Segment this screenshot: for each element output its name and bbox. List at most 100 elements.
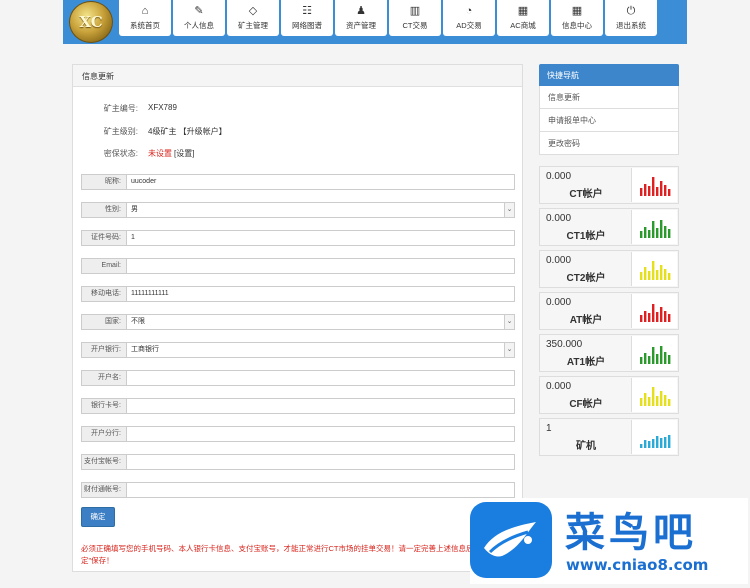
sparkline-bar — [648, 271, 651, 280]
sparkline-chart — [631, 252, 677, 286]
quick-nav-item-apply[interactable]: 申请报单中心 — [539, 109, 679, 132]
sparkline-bar — [648, 441, 651, 448]
miner-id: XFX789 — [148, 103, 177, 112]
field-input[interactable]: uucoder — [126, 174, 515, 190]
field-input[interactable] — [126, 258, 515, 274]
sparkline-bar — [640, 272, 643, 280]
field-select[interactable]: 工商银行 ⌄ — [126, 342, 515, 358]
nav-item-label: 系统首页 — [130, 21, 160, 30]
sparkline-chart — [631, 378, 677, 412]
sparkline-bar — [640, 315, 643, 322]
top-header: XC ⌂ 系统首页 ✎ 个人信息 ◇ 矿主管理 ☷ 网络图谱 ♟ 资产管理 ▥ CT交易 ◔ AD交易 ▦ A… — [63, 0, 687, 44]
sparkline-bar — [664, 437, 667, 448]
sparkline-bar — [660, 181, 663, 196]
sparkline-bar — [656, 270, 659, 280]
account-card[interactable]: 0.000 CF帐户 — [539, 376, 679, 414]
sparkline-bar — [664, 311, 667, 322]
watermark-url: www.cniao8.com — [566, 556, 709, 574]
form-row: 昵称: uucoder — [81, 174, 515, 190]
field-label: 国家: — [81, 314, 126, 330]
form-row: 性别: 男 ⌄ — [81, 202, 515, 218]
logo-text: XC — [79, 13, 103, 31]
account-card[interactable]: 0.000 AT帐户 — [539, 292, 679, 330]
site-logo[interactable]: XC — [69, 1, 113, 43]
submit-button[interactable]: 确定 — [81, 507, 115, 527]
sparkline-bar — [644, 440, 647, 448]
form-row: 支付宝帐号: — [81, 454, 515, 470]
field-input[interactable]: 1 — [126, 230, 515, 246]
field-label: 性别: — [81, 202, 126, 218]
field-value: 男 — [131, 206, 138, 213]
account-name: AT1帐户 — [566, 357, 606, 368]
nav-item-2[interactable]: ◇ 矿主管理 — [227, 0, 279, 36]
field-input[interactable] — [126, 370, 515, 386]
field-input[interactable] — [126, 482, 515, 498]
sparkline-bar — [660, 346, 663, 364]
account-balance: 0.000 — [546, 297, 572, 308]
field-input[interactable]: 11111111111 — [126, 286, 515, 302]
account-balance: 0.000 — [546, 255, 572, 266]
sparkline-bar — [640, 398, 643, 406]
sparkline-bar — [648, 186, 651, 196]
field-label: 开户银行: — [81, 342, 126, 358]
sparkline-bar — [644, 184, 647, 196]
nav-item-4[interactable]: ♟ 资产管理 — [335, 0, 387, 36]
security-set-link[interactable]: [设置] — [174, 148, 194, 159]
field-input[interactable] — [126, 398, 515, 414]
form-row: 国家: 不限 ⌄ — [81, 314, 515, 330]
nav-item-5[interactable]: ▥ CT交易 — [389, 0, 441, 36]
quick-nav-item-password[interactable]: 更改密码 — [539, 132, 679, 155]
nav-item-9[interactable]: ⏻ 退出系统 — [605, 0, 657, 36]
account-card[interactable]: 0.000 CT2帐户 — [539, 250, 679, 288]
sparkline-bar — [664, 395, 667, 406]
field-label: 银行卡号: — [81, 398, 126, 414]
field-input[interactable] — [126, 426, 515, 442]
field-value: 不限 — [131, 318, 145, 325]
field-select[interactable]: 男 ⌄ — [126, 202, 515, 218]
nav-item-1[interactable]: ✎ 个人信息 — [173, 0, 225, 36]
field-label: 支付宝帐号: — [81, 454, 126, 470]
sparkline-chart — [631, 168, 677, 202]
nav-item-8[interactable]: ▦ 信息中心 — [551, 0, 603, 36]
sparkline-chart — [631, 294, 677, 328]
sparkline-bar — [668, 355, 671, 364]
bar-chart-icon: ▥ — [409, 5, 421, 17]
account-balance: 0.000 — [546, 213, 572, 224]
sparkline-bar — [640, 188, 643, 196]
nav-item-label: AD交易 — [456, 21, 482, 30]
nav-item-label: 矿主管理 — [238, 21, 268, 30]
account-balance: 350.000 — [546, 339, 583, 350]
diamond-icon: ◇ — [248, 5, 258, 17]
field-label: 移动电话: — [81, 286, 126, 302]
nav-item-0[interactable]: ⌂ 系统首页 — [119, 0, 171, 36]
field-label: 开户名: — [81, 370, 126, 386]
info-update-panel: 信息更新 矿主编号: XFX789 矿主级别: 4级矿主 【升级帐户】 密保状态… — [72, 64, 523, 572]
account-card[interactable]: 0.000 CT1帐户 — [539, 208, 679, 246]
sparkline-bar — [668, 273, 671, 280]
field-value: 1 — [131, 234, 135, 241]
chevron-down-icon[interactable]: ⌄ — [504, 343, 514, 357]
nav-item-3[interactable]: ☷ 网络图谱 — [281, 0, 333, 36]
miner-level[interactable]: 4级矿主 【升级帐户】 — [148, 126, 227, 137]
sparkline-bar — [656, 187, 659, 196]
nav-item-7[interactable]: ▦ AC商城 — [497, 0, 549, 36]
account-name: CF帐户 — [569, 399, 603, 410]
chevron-down-icon[interactable]: ⌄ — [504, 203, 514, 217]
chevron-down-icon[interactable]: ⌄ — [504, 315, 514, 329]
field-select[interactable]: 不限 ⌄ — [126, 314, 515, 330]
sparkline-bar — [668, 399, 671, 406]
sparkline-bar — [652, 439, 655, 448]
account-card[interactable]: 0.000 CT帐户 — [539, 166, 679, 204]
account-card[interactable]: 1 矿机 — [539, 418, 679, 456]
quick-nav-item-info[interactable]: 信息更新 — [539, 86, 679, 109]
sparkline-bar — [644, 267, 647, 280]
sparkline-bar — [664, 269, 667, 280]
account-card[interactable]: 350.000 AT1帐户 — [539, 334, 679, 372]
field-input[interactable] — [126, 454, 515, 470]
nav-item-6[interactable]: ◔ AD交易 — [443, 0, 495, 36]
sparkline-bar — [652, 221, 655, 238]
nav-item-label: 退出系统 — [616, 21, 646, 30]
sparkline-bar — [640, 231, 643, 238]
field-label: Email: — [81, 258, 126, 274]
calendar-icon: ▦ — [517, 5, 529, 17]
